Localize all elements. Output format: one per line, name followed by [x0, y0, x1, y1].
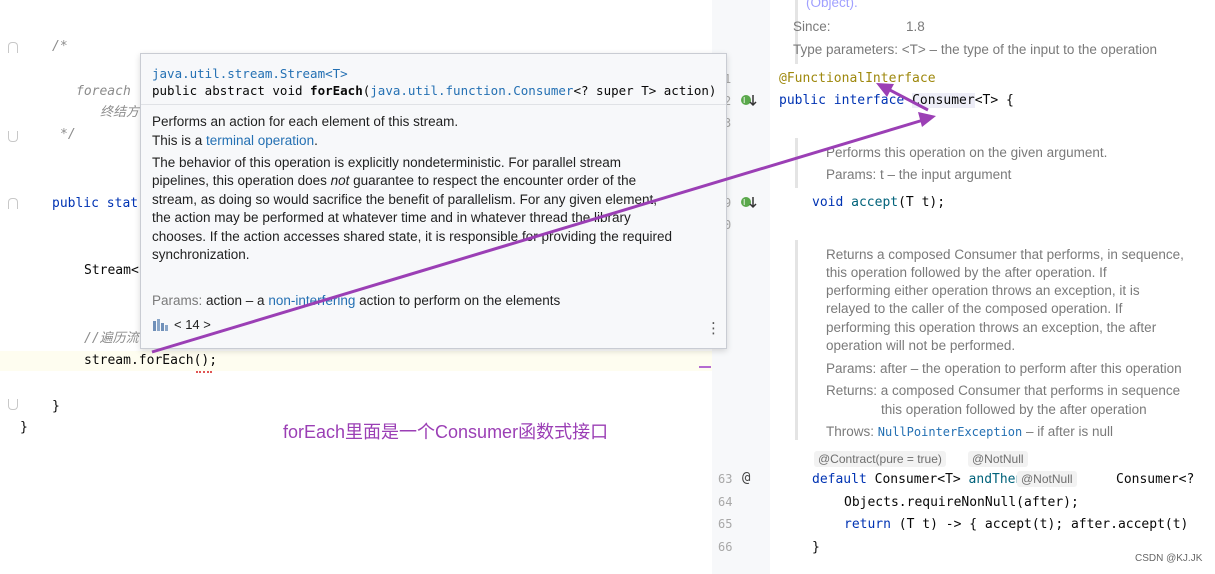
arrow-line	[883, 85, 929, 112]
arrow-line	[151, 116, 931, 354]
annotation-arrows	[151, 83, 936, 354]
arrowhead	[918, 112, 936, 127]
annotation-label: forEach里面是一个Consumer函数式接口	[283, 422, 609, 442]
watermark: CSDN @KJ.JK	[1135, 553, 1203, 564]
